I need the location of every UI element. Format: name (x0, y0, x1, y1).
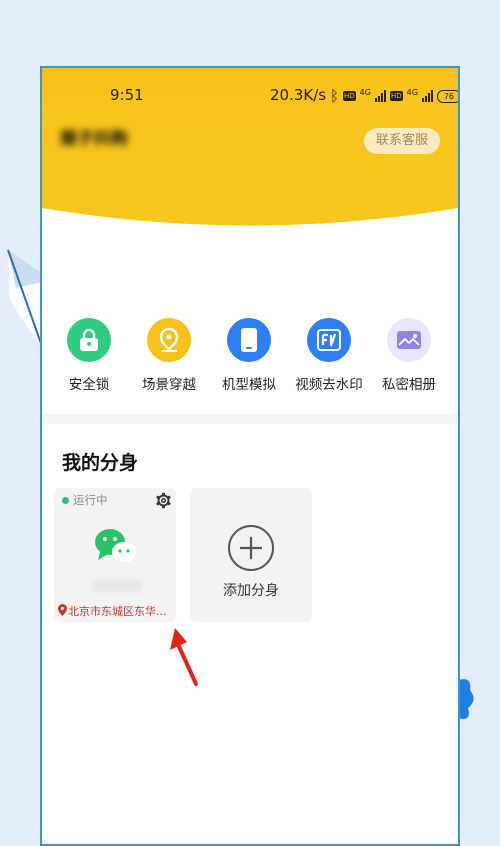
network-speed: 20.3K/s (270, 86, 327, 104)
add-clone-label: 添加分身 (223, 583, 279, 599)
add-clone-button[interactable]: 添加分身 (190, 488, 312, 622)
network-gen-label-2: 4G (406, 87, 418, 97)
battery-icon: 76 (436, 89, 458, 103)
location-pin-icon (58, 604, 67, 616)
feature-scene[interactable]: 场景穿越 (129, 318, 209, 393)
feature-label: 安全锁 (68, 377, 110, 393)
hd-badge-2: HD (389, 91, 403, 101)
my-clones-title: 我的分身 (62, 452, 139, 474)
section-divider (42, 414, 458, 424)
watermark-icon (307, 318, 351, 362)
profile-name: 猴子抖购 (60, 129, 128, 149)
phone-screen: 9:51 20.3K/s ᛒ HD 4G HD 4G 76 猴子抖购 联系客服 … (40, 66, 460, 846)
network-gen-label: 4G (359, 87, 371, 97)
contact-service-button[interactable]: 联系客服 (364, 128, 440, 154)
clock: 9:51 (110, 86, 144, 104)
bluetooth-icon: ᛒ (330, 87, 340, 105)
location-pin-icon (147, 318, 191, 362)
clone-card[interactable]: 运行中 北京市东城区东华... (54, 488, 176, 622)
hd-badge: HD (343, 91, 356, 101)
running-status: 运行中 (73, 493, 108, 507)
feature-album[interactable]: 私密相册 (369, 318, 449, 393)
app-name-redacted (92, 580, 142, 592)
phone-icon (227, 318, 271, 362)
feature-label: 场景穿越 (142, 377, 196, 393)
plus-circle-icon (228, 525, 274, 571)
signal-bars-icon (374, 90, 386, 102)
lock-icon (67, 318, 111, 362)
wechat-icon (95, 529, 136, 564)
feature-row: 安全锁 场景穿越 机型模拟 视频去水印 私密相册 (42, 318, 458, 398)
feature-watermark[interactable]: 视频去水印 (289, 318, 369, 393)
clone-location: 北京市东城区东华... (68, 605, 167, 618)
feature-label: 私密相册 (382, 377, 436, 393)
feature-label: 视频去水印 (295, 377, 363, 393)
feature-lock[interactable]: 安全锁 (49, 318, 129, 393)
feature-label: 机型模拟 (222, 377, 276, 393)
feature-model[interactable]: 机型模拟 (209, 318, 289, 393)
signal-bars-icon-2 (421, 90, 433, 102)
gear-icon[interactable] (155, 492, 172, 509)
album-icon (387, 318, 431, 362)
status-icons: ᛒ HD 4G HD 4G 76 (330, 87, 458, 105)
status-bar: 9:51 20.3K/s ᛒ HD 4G HD 4G 76 (42, 86, 458, 108)
annotation-arrow (170, 628, 198, 686)
running-status-dot (62, 497, 69, 504)
